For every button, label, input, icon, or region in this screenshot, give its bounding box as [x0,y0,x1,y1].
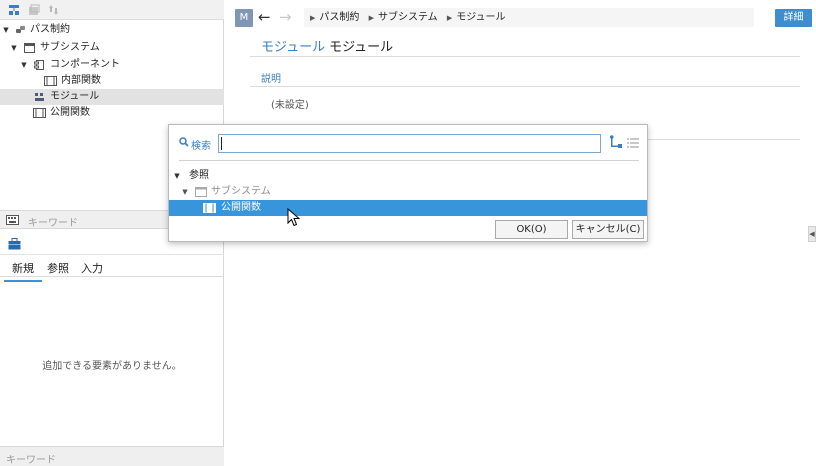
module-icon [35,93,44,101]
expand-arrow-icon[interactable]: ▼ [181,184,189,200]
search-input[interactable] [218,134,601,153]
search-label: 検索 [191,141,211,152]
link-icon [16,26,25,33]
mouse-cursor-icon [287,208,300,227]
tab-reference[interactable]: 参照 [47,260,69,276]
chevron-right-icon: ▶ [368,14,374,22]
detail-button[interactable]: 詳細 [775,9,812,27]
toolbox-icon[interactable] [8,238,21,250]
breadcrumb: ▶ パス制約 ▶ サブシステム ▶ モジュール [304,8,754,27]
description-value[interactable]: (未設定) [271,96,309,111]
palette-panel: 新規 参照 入力 追加できる要素がありません。 [0,233,224,466]
ok-button[interactable]: OK(O) [495,220,568,239]
function-icon [203,203,216,213]
list-view-icon[interactable] [627,137,639,149]
dialog-tree-item-subsystem[interactable]: ▼ サブシステム [169,184,647,200]
tree-item-label: モジュール [50,91,100,102]
tree-item-label: 公開関数 [50,107,90,118]
tree-item-label: パス制約 [30,24,70,35]
tree-item-label: サブシステム [40,42,100,53]
tree-item-path-constraint[interactable]: ▼ パス制約 [0,22,224,38]
expand-arrow-icon[interactable]: ▼ [173,168,181,184]
chevron-right-icon: ▶ [310,14,316,22]
expand-arrow-icon[interactable]: ▼ [20,57,28,73]
expand-arrow-icon[interactable]: ▼ [2,22,10,38]
dialog-tree-item-public-function[interactable]: 公開関数 [169,200,647,216]
dialog-tree-item-reference[interactable]: ▼ 参照 [169,168,647,184]
palette-search-placeholder: キーワード [6,455,56,466]
tab-input[interactable]: 入力 [81,260,103,276]
tab-new[interactable]: 新規 [4,260,42,282]
search-icon [179,137,189,147]
breadcrumb-item[interactable]: モジュール [456,12,505,23]
function-icon [44,76,57,86]
expand-arrow-icon[interactable]: ▼ [10,40,18,56]
move-icon[interactable] [48,4,60,16]
palette-search-bar[interactable]: キーワード [0,446,224,466]
dialog-tree-label: 参照 [189,170,209,181]
component-icon [34,60,44,70]
tree-item-public-function[interactable]: 公開関数 [0,105,224,121]
divider [250,56,800,57]
function-icon [33,108,46,118]
cancel-button[interactable]: キャンセル(C) [572,220,644,239]
model-badge: M [235,9,253,27]
back-arrow-icon[interactable]: ← [258,8,271,26]
palette-tabs: 新規 参照 入力 [0,257,224,282]
element-type-label: モジュール [261,40,326,55]
collapse-handle[interactable]: ◀ [808,226,816,242]
page-title: モジュール モジュール [261,36,393,55]
hierarchy-icon[interactable] [8,4,20,16]
tree-item-label: 内部関数 [61,75,101,86]
tree-item-module[interactable]: モジュール [0,89,224,105]
tree-search-placeholder: キーワード [28,218,78,229]
tree-view-icon[interactable] [609,135,623,151]
text-caret [221,137,222,150]
stack-icon[interactable] [28,4,40,16]
divider [250,86,800,87]
chevron-right-icon: ▶ [446,14,453,22]
breadcrumb-item[interactable]: パス制約 [319,12,359,23]
empty-message: 追加できる要素がありません。 [42,361,182,372]
tree-item-label: コンポーネント [50,59,120,70]
tree-toolbar [0,0,224,20]
tree-item-subsystem[interactable]: ▼ サブシステム [0,40,224,56]
divider [179,160,639,161]
dialog-tree-label: 公開関数 [221,202,261,213]
element-name[interactable]: モジュール [329,40,393,55]
window-icon [195,187,207,197]
dialog-tree-label: サブシステム [211,186,271,197]
keyboard-icon [6,215,19,225]
breadcrumb-item[interactable]: サブシステム [378,12,438,23]
description-label: 説明 [261,74,281,85]
forward-arrow-icon[interactable]: → [279,8,292,26]
tree-item-component[interactable]: ▼ コンポーネント [0,57,224,73]
window-icon [24,43,35,53]
reference-select-dialog: 検索 ▼ 参照 ▼ サブシステム 公開関数 OK(O) キャンセル(C) [168,124,648,242]
tree-item-internal-function[interactable]: 内部関数 [0,73,224,89]
